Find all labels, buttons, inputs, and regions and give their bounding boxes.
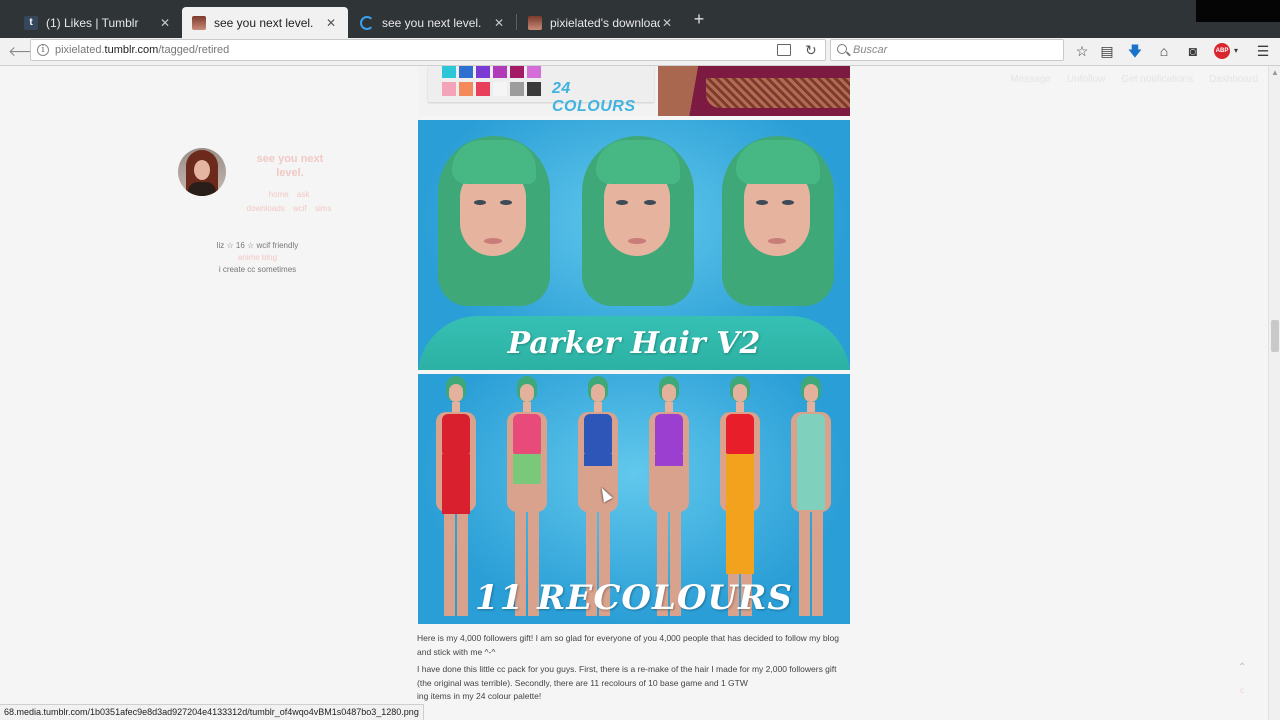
avatar[interactable] <box>178 148 226 196</box>
nav-wcif-link[interactable]: wcif <box>293 204 307 213</box>
image-title-parker-hair: Parker Hair V2 <box>507 326 761 361</box>
tab-title: see you next level. <box>214 15 314 30</box>
search-input[interactable]: Buscar <box>830 39 1064 61</box>
reload-icon[interactable]: ↻ <box>805 42 817 58</box>
colour-swatch <box>476 66 490 78</box>
tab-separator <box>516 14 517 30</box>
anime-blog-link[interactable]: anime blog <box>170 252 345 264</box>
blog-title[interactable]: see you next level. <box>250 152 330 180</box>
post-image-swatches[interactable]: 24 COLOURS <box>418 66 850 116</box>
message-button[interactable]: Message <box>1010 74 1051 85</box>
colour-swatch <box>510 66 524 78</box>
tab-title: (1) Likes | Tumblr <box>46 15 139 30</box>
colour-swatch <box>459 66 473 78</box>
post-image-parker-hair[interactable]: Parker Hair V2 <box>418 120 850 370</box>
status-bar-url: 68.media.tumblr.com/1b0351afec9e8d3ad927… <box>0 704 424 720</box>
search-placeholder: Buscar <box>853 44 888 56</box>
pocket-icon[interactable]: ◙ <box>1183 41 1203 61</box>
colour-swatch <box>527 66 541 78</box>
tab-downloads[interactable]: pixielated's downloads ✕ <box>518 7 684 38</box>
colour-palette-card: 24 COLOURS <box>428 66 654 115</box>
get-notifications-button[interactable]: Get notifications <box>1121 74 1193 85</box>
chevron-down-icon[interactable]: ▾ <box>1226 41 1246 61</box>
new-tab-button[interactable]: + <box>690 10 708 28</box>
close-tab-icon[interactable]: ✕ <box>492 16 506 30</box>
colour-swatch <box>493 66 507 78</box>
nav-ask-link[interactable]: ask <box>297 190 309 199</box>
image-title-recolours: 11 RECOLOURS <box>475 578 793 618</box>
scroll-up-arrow-icon[interactable]: ▲ <box>1271 68 1279 77</box>
reader-view-icon[interactable] <box>777 44 791 56</box>
nav-downloads-link[interactable]: downloads <box>247 204 285 213</box>
colour-swatch <box>442 82 456 96</box>
download-icon[interactable]: 🡇 <box>1125 41 1145 61</box>
tab-title: see you next level. <box>382 15 482 30</box>
tab-strip: t (1) Likes | Tumblr ✕ see you next leve… <box>0 0 1280 38</box>
colours-label: 24 COLOURS <box>552 80 636 115</box>
close-tab-icon[interactable]: ✕ <box>660 16 674 30</box>
post-body: Here is my 4,000 followers gift! I am so… <box>417 632 849 708</box>
blog-nav: home ask downloads wcif sims <box>234 188 344 216</box>
tab-see-you-next-level[interactable]: see you next level. ✕ <box>350 7 516 38</box>
blog-avatar-icon <box>192 15 206 30</box>
sim-head-center <box>582 130 694 310</box>
url-text: pixielated.tumblr.com/tagged/retired <box>55 44 230 56</box>
colour-swatch <box>476 82 490 96</box>
page-content: Message Unfollow Get notifications Dashb… <box>0 66 1268 720</box>
sim-arm-graphic <box>658 66 850 116</box>
scroll-to-top-icon[interactable]: ⌃ <box>1238 662 1246 673</box>
bookmarks-list-icon[interactable]: ▤ <box>1097 41 1117 61</box>
tab-see-you-next-level-active[interactable]: see you next level. ✕ <box>182 7 348 38</box>
sim-head-left <box>438 130 550 310</box>
navigation-bar: 🡐 i pixielated.tumblr.com/tagged/retired… <box>0 38 1280 66</box>
colour-swatch <box>442 66 456 78</box>
nav-sims-link[interactable]: sims <box>315 204 331 213</box>
blog-description: liz ☆ 16 ☆ wcif friendly anime blog i cr… <box>170 240 345 276</box>
search-icon <box>837 44 847 54</box>
colour-swatch <box>510 82 524 96</box>
nav-home-link[interactable]: home <box>269 190 289 199</box>
back-arrow-icon[interactable]: 🡐 <box>8 42 46 60</box>
unfollow-button[interactable]: Unfollow <box>1067 74 1105 85</box>
close-tab-icon[interactable]: ✕ <box>324 16 338 30</box>
bookmark-star-icon[interactable]: ☆ <box>1072 41 1092 61</box>
scrollbar-thumb[interactable] <box>1271 320 1279 352</box>
colour-swatch <box>493 82 507 96</box>
address-bar[interactable]: i pixielated.tumblr.com/tagged/retired ↻ <box>30 39 826 61</box>
hamburger-menu-icon[interactable]: ☰ <box>1253 41 1273 61</box>
post-image-recolours[interactable]: 11 RECOLOURS <box>418 374 850 624</box>
dashboard-button[interactable]: Dashboard <box>1209 74 1258 85</box>
tab-likes[interactable]: t (1) Likes | Tumblr ✕ <box>14 7 182 38</box>
loading-icon <box>360 15 374 30</box>
tumblr-icon: t <box>24 15 38 30</box>
blog-actions: Message Unfollow Get notifications Dashb… <box>1010 74 1258 85</box>
sim-head-right <box>722 130 834 310</box>
post-paragraph: I have done this little cc pack for you … <box>417 664 837 701</box>
close-tab-icon[interactable]: ✕ <box>158 16 172 30</box>
scrollbar[interactable]: ▲ <box>1268 66 1280 720</box>
info-icon[interactable]: i <box>37 44 49 56</box>
post-paragraph: Here is my 4,000 followers gift! I am so… <box>417 633 839 657</box>
blog-avatar-icon <box>528 15 542 30</box>
colour-swatch <box>459 82 473 96</box>
home-icon[interactable]: ⌂ <box>1154 41 1174 61</box>
heart-icon[interactable]: c <box>1240 686 1244 695</box>
window-controls-area <box>1196 0 1280 22</box>
colour-swatch <box>527 82 541 96</box>
tab-title: pixielated's downloads <box>550 15 660 30</box>
